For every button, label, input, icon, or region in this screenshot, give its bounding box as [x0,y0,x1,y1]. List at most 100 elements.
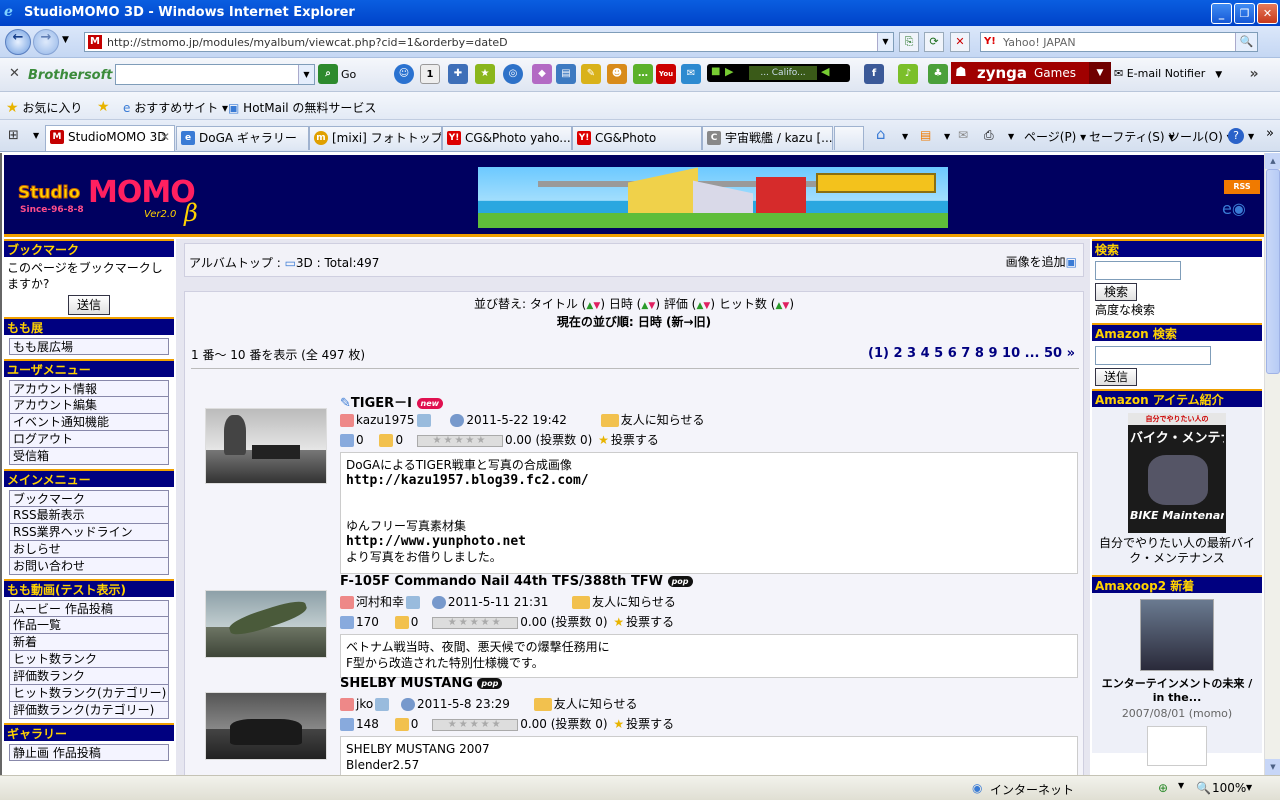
tab-cgphoto-yahoo[interactable]: Y! CG&Photo yaho... [442,126,572,150]
entry-user[interactable]: jko [356,697,373,711]
user-info-icon[interactable] [416,414,431,427]
zoom-dropdown-icon[interactable]: ▼ [1246,783,1252,792]
category-link[interactable]: 3D [296,256,313,270]
close-button[interactable]: ✕ [1257,3,1278,24]
amazon-search-button[interactable]: 送信 [1095,368,1138,386]
tools-menu[interactable]: ツール(O) ▾ [1168,128,1233,145]
tab-close-icon[interactable]: ✕ [160,126,170,148]
menu-hit-rank-category[interactable]: ヒット数ランク(カテゴリー) [9,685,169,702]
vertical-scrollbar[interactable]: ▲ ▼ [1264,153,1280,775]
zynga-dropdown-icon[interactable]: ▼ [1089,62,1111,84]
toolbar-overflow-icon[interactable]: » [1244,64,1264,84]
bookmark-submit-button[interactable]: 送信 [67,295,110,315]
scroll-up-icon[interactable]: ▲ [1265,153,1280,169]
header-banner[interactable] [478,167,948,228]
search-go-icon[interactable]: 🔍 [1235,33,1257,51]
entry-title[interactable]: SHELBY MUSTANG [340,676,473,691]
protected-mode-icon[interactable]: ⊕ [1158,781,1168,795]
site-logo[interactable]: Studio MOMO Since-96-8-8 Ver2.0 β [17,175,208,229]
microphone-icon[interactable]: ♪ [898,64,918,84]
toolbar-search-input[interactable]: ▼ [115,64,315,85]
favorites-button[interactable]: ★ お気に入り [6,99,82,116]
site-search-input[interactable] [1095,261,1181,280]
menu-news[interactable]: おしらせ [9,541,169,558]
edit-icon[interactable]: ✎ [340,396,351,411]
desc-url-2[interactable]: http://www.yunphoto.net [346,534,1072,549]
tab-studiomomo[interactable]: M StudioMOMO 3D ✕ [45,125,175,151]
safety-menu[interactable]: セーフティ(S) ▾ [1089,128,1174,145]
entry-user[interactable]: 河村和幸 [356,595,404,609]
tell-friend-link[interactable]: 友人に知らせる [621,413,705,427]
amaxoop-item-title[interactable]: エンターテインメントの未来 / in the... [1095,677,1259,705]
chart-icon[interactable]: ▤ [556,64,576,84]
face-icon[interactable]: ☻ [607,64,627,84]
gamepad-icon[interactable]: ✚ [448,64,468,84]
address-dropdown-icon[interactable]: ▼ [877,33,893,51]
help-dropdown-icon[interactable]: ▼ [1248,132,1254,141]
tab-cgphoto[interactable]: Y! CG&Photo [572,126,702,150]
thumbnail-shelby-mustang[interactable] [205,692,327,760]
stop-icon[interactable]: ✕ [950,32,970,52]
quick-tabs-icon[interactable]: ⊞ [8,128,19,143]
tab-doga[interactable]: e DoGA ギャラリー [176,126,309,150]
tab-list-dropdown-icon[interactable]: ▼ [33,131,39,140]
search-box[interactable]: Y! Yahoo! JAPAN 🔍 [980,32,1258,52]
command-overflow-icon[interactable]: » [1266,126,1274,141]
email-notifier-dropdown-icon[interactable]: ▼ [1215,70,1222,80]
tab-mixi[interactable]: m [mixi] フォトトップ [309,126,442,150]
add-image-link[interactable]: 画像を追加▣ [1006,253,1077,270]
menu-account-edit[interactable]: アカウント編集 [9,397,169,414]
address-field[interactable]: M http://stmomo.jp/modules/myalbum/viewc… [84,32,894,52]
menu-rating-rank-category[interactable]: 評価数ランク(カテゴリー) [9,702,169,719]
scroll-down-icon[interactable]: ▼ [1265,759,1280,775]
player-play-icon[interactable]: ▶ [725,65,733,78]
globe-icon[interactable]: ◎ [503,64,523,84]
rss-feed-icon[interactable]: RSS [1224,180,1260,194]
menu-gallery-post[interactable]: 静止画 作品投稿 [9,744,169,761]
home-dropdown-icon[interactable]: ▼ [902,132,908,141]
desc-url-1[interactable]: http://kazu1957.blog39.fc2.com/ [346,473,1072,488]
menu-rss-headlines[interactable]: RSS業界ヘッドライン [9,524,169,541]
entry-title[interactable]: F-105F Commando Nail 44th TFS/388th TFW [340,574,663,589]
amaxoop-thumbnail-2[interactable] [1147,726,1207,766]
sort-date-desc-icon[interactable]: ▼ [648,301,655,311]
feeds-dropdown-icon[interactable]: ▼ [944,132,950,141]
media-player[interactable]: ■ ▶ ... Califo... ◀ [707,64,850,82]
new-tab-button[interactable] [834,126,864,150]
sort-hits-desc-icon[interactable]: ▼ [782,301,789,311]
menu-hit-rank[interactable]: ヒット数ランク [9,651,169,668]
thumbnail-f105f[interactable] [205,590,327,658]
album-top-link[interactable]: アルバムトップ [189,256,273,270]
user-info-icon[interactable] [406,596,421,609]
menu-inbox[interactable]: 受信箱 [9,448,169,465]
game-icon[interactable]: ♣ [928,64,948,84]
forward-button[interactable]: → [33,29,59,55]
menu-rss-latest[interactable]: RSS最新表示 [9,507,169,524]
menu-bookmark[interactable]: ブックマーク [9,490,169,507]
compat-view-icon[interactable]: ⎘ [899,32,919,52]
minimize-button[interactable]: _ [1211,3,1232,24]
menu-movie-new[interactable]: 新着 [9,634,169,651]
sort-rating-desc-icon[interactable]: ▼ [703,301,710,311]
zoom-level[interactable]: 100% [1212,781,1246,795]
facebook-icon[interactable]: f [864,64,884,84]
site-search-button[interactable]: 検索 [1095,283,1138,301]
toolbar-search-icon[interactable]: ⌕ [318,64,338,84]
menu-momoten-plaza[interactable]: もも展広場 [9,338,169,355]
zoom-icon[interactable]: 🔍 [1196,781,1211,795]
zynga-games-button[interactable]: ☗ zynga Games ▼ [951,62,1111,84]
hotmail-link[interactable]: ▣ HotMail の無料サービス [228,99,376,116]
youtube-icon[interactable]: You [656,64,676,84]
page-menu[interactable]: ページ(P) ▾ [1024,128,1086,145]
user-info-icon[interactable] [375,698,390,711]
vote-link[interactable]: 投票する [626,615,674,629]
suggested-sites-link[interactable]: e おすすめサイト ▾ [123,99,228,116]
number-one-icon[interactable]: 1 [420,64,440,84]
player-volume-icon[interactable]: ◀ [821,65,829,78]
vote-link[interactable]: 投票する [626,717,674,731]
pencil-icon[interactable]: ✎ [581,64,601,84]
history-dropdown-icon[interactable]: ▼ [62,35,69,45]
player-stop-icon[interactable]: ■ [711,66,720,77]
amaxoop-thumbnail[interactable] [1140,599,1214,671]
amazon-item-caption[interactable]: 自分でやりたい人の最新バイク・メンテナンス [1095,536,1259,566]
